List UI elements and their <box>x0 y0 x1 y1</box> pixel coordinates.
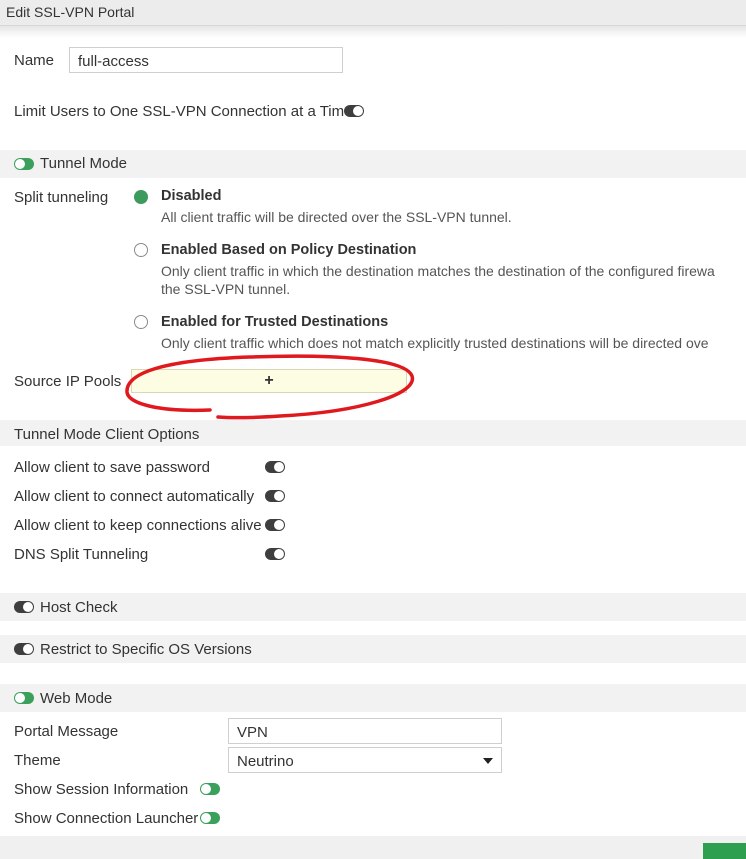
client-option-keep-alive-label: Allow client to keep connections alive <box>14 517 262 534</box>
option-trusted-destinations-desc: Only client traffic which does not match… <box>161 335 709 351</box>
red-annotation-circle-icon <box>125 354 415 420</box>
portal-message-label: Portal Message <box>14 723 119 740</box>
ok-button[interactable] <box>703 843 746 859</box>
client-option-keep-alive-toggle[interactable] <box>265 519 285 531</box>
tunnel-mode-toggle[interactable] <box>14 158 34 170</box>
option-policy-destination-title: Enabled Based on Policy Destination <box>161 242 417 258</box>
option-policy-destination-desc-line2: the SSL-VPN tunnel. <box>161 281 291 297</box>
web-mode-title: Web Mode <box>40 690 113 707</box>
option-disabled-desc: All client traffic will be directed over… <box>161 209 512 225</box>
client-option-dns-split-label: DNS Split Tunneling <box>14 546 149 563</box>
option-policy-destination-desc-line1: Only client traffic in which the destina… <box>161 263 715 279</box>
portal-message-input[interactable]: VPN <box>228 718 502 744</box>
dialog-titlebar: Edit SSL-VPN Portal <box>0 0 746 26</box>
client-option-save-password-label: Allow client to save password <box>14 459 210 476</box>
tunnel-mode-title: Tunnel Mode <box>40 155 127 172</box>
option-trusted-destinations-title: Enabled for Trusted Destinations <box>161 314 389 330</box>
restrict-os-toggle[interactable] <box>14 643 34 655</box>
host-check-title: Host Check <box>40 599 118 616</box>
theme-select-value: Neutrino <box>237 753 294 770</box>
theme-label: Theme <box>14 752 61 769</box>
name-label: Name <box>14 52 55 69</box>
titlebar-shadow <box>0 26 746 38</box>
dialog-footer <box>0 836 746 859</box>
show-session-info-toggle[interactable] <box>200 783 220 795</box>
source-ip-pools-label: Source IP Pools <box>14 373 122 390</box>
dialog-title: Edit SSL-VPN Portal <box>6 4 135 20</box>
option-disabled-title: Disabled <box>161 188 222 204</box>
radio-disabled[interactable] <box>134 190 148 204</box>
restrict-os-title: Restrict to Specific OS Versions <box>40 641 252 658</box>
radio-trusted-destinations[interactable] <box>134 315 148 329</box>
client-option-connect-auto-toggle[interactable] <box>265 490 285 502</box>
theme-select[interactable]: Neutrino <box>228 747 502 773</box>
chevron-down-icon <box>483 758 493 764</box>
host-check-toggle[interactable] <box>14 601 34 613</box>
limit-users-toggle[interactable] <box>344 105 364 117</box>
name-input[interactable]: full-access <box>69 47 343 73</box>
split-tunneling-label: Split tunneling <box>14 189 109 206</box>
web-mode-toggle[interactable] <box>14 692 34 704</box>
client-option-dns-split-toggle[interactable] <box>265 548 285 560</box>
client-options-header: Tunnel Mode Client Options <box>14 426 200 443</box>
show-session-info-label: Show Session Information <box>14 781 189 798</box>
show-connection-launcher-label: Show Connection Launcher <box>14 810 199 827</box>
radio-policy-destination[interactable] <box>134 243 148 257</box>
client-option-connect-auto-label: Allow client to connect automatically <box>14 488 255 505</box>
limit-users-label: Limit Users to One SSL-VPN Connection at… <box>14 103 353 120</box>
show-connection-launcher-toggle[interactable] <box>200 812 220 824</box>
client-option-save-password-toggle[interactable] <box>265 461 285 473</box>
